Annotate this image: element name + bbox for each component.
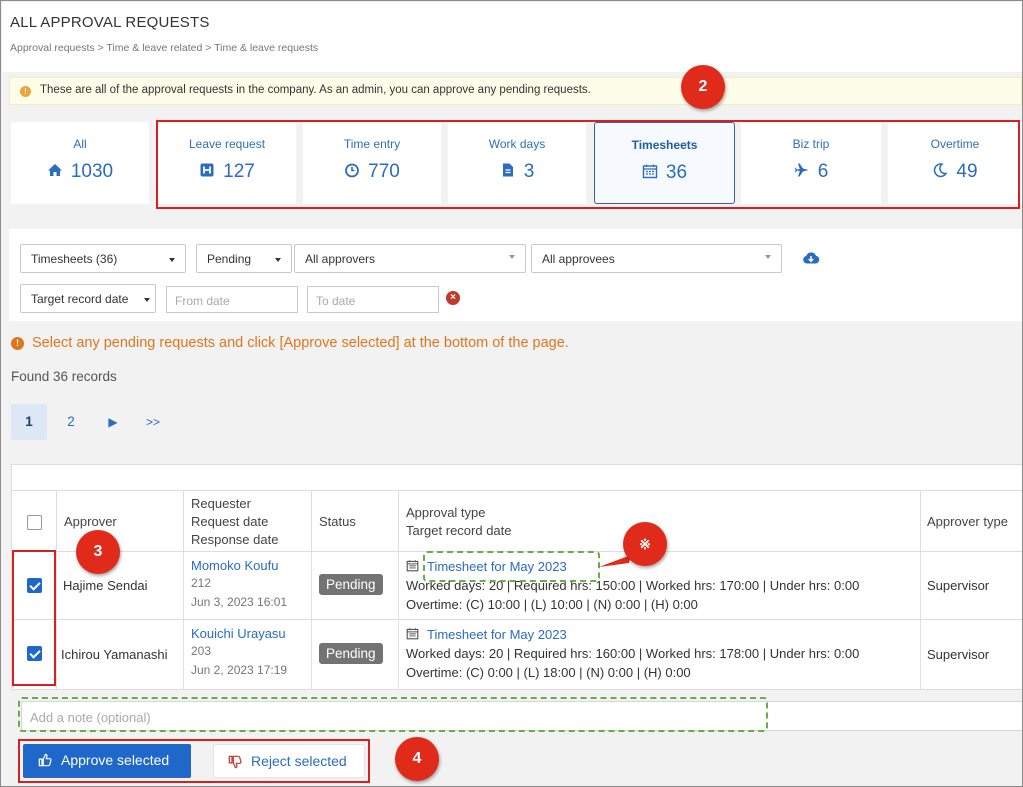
notice-text: These are all of the approval requests i… — [40, 84, 591, 96]
callout-pointer — [599, 555, 631, 567]
table-header: Approver Requester Request date Response… — [12, 490, 1022, 553]
page-1-button[interactable]: 1 — [11, 404, 47, 440]
page-header: ALL APPROVAL REQUESTS Approval requests … — [2, 2, 1022, 72]
requester-id: 203 — [191, 644, 212, 658]
requester-link[interactable]: Momoko Koufu — [191, 558, 311, 573]
requester-cell: Momoko Koufu 212 Jun 3, 2023 16:01 — [183, 552, 311, 620]
filter-panel: Timesheets (36) Pending All approvers Al… — [9, 229, 1022, 321]
annotation-link-highlight — [423, 551, 600, 582]
col-requester-line: Requester — [191, 496, 251, 511]
col-approver-type[interactable]: Approver type — [920, 491, 1022, 553]
status-cell: Pending — [311, 552, 398, 620]
col-request-date-line: Request date — [191, 514, 269, 529]
approver-type: Supervisor — [920, 620, 1022, 689]
timesheet-summary: Worked days: 20 | Required hrs: 160:00 |… — [406, 646, 860, 661]
next-page-button[interactable]: ▶ — [95, 404, 131, 440]
chevron-down-icon — [144, 298, 150, 302]
hint-message: ! Select any pending requests and click [… — [11, 335, 569, 351]
calendar-icon — [406, 628, 419, 640]
status-select-value: Pending — [207, 252, 252, 266]
callout-3: 3 — [76, 530, 120, 574]
status-badge: Pending — [319, 574, 383, 595]
chevron-down-icon — [509, 255, 515, 259]
date-type-select-value: Target record date — [31, 292, 129, 306]
callout-note: ※ — [623, 522, 667, 566]
breadcrumb[interactable]: Approval requests > Time & leave related… — [10, 42, 318, 54]
col-response-date-line: Response date — [191, 532, 279, 547]
page-2-button[interactable]: 2 — [53, 404, 89, 440]
status-badge: Pending — [319, 643, 383, 664]
chevron-down-icon — [169, 258, 175, 262]
requester-id: 212 — [191, 576, 212, 590]
cloud-download-icon[interactable] — [802, 251, 820, 265]
info-icon: ! — [11, 337, 24, 350]
type-select[interactable]: Timesheets (36) — [20, 244, 186, 273]
date-type-select[interactable]: Target record date — [20, 284, 156, 313]
tile-label: All — [73, 137, 87, 151]
annotation-box-4 — [18, 739, 370, 783]
clear-dates-icon[interactable]: × — [446, 291, 460, 305]
page-title: ALL APPROVAL REQUESTS — [10, 14, 210, 31]
approval-type-cell: Timesheet for May 2023 Worked days: 20 |… — [398, 620, 920, 689]
annotation-box-3 — [12, 550, 56, 686]
request-date: Jun 2, 2023 17:19 — [191, 663, 288, 677]
last-page-button[interactable]: >> — [135, 404, 171, 440]
status-select[interactable]: Pending — [196, 244, 292, 273]
approvers-select[interactable]: All approvers — [294, 244, 526, 273]
requester-link[interactable]: Kouichi Urayasu — [191, 626, 311, 641]
select-all-cell — [12, 491, 56, 553]
overtime-summary: Overtime: (C) 0:00 | (L) 18:00 | (N) 0:0… — [406, 665, 691, 680]
admin-notice: ! These are all of the approval requests… — [9, 77, 1022, 105]
tile-all[interactable]: All 1030 — [11, 122, 149, 204]
col-requester[interactable]: Requester Request date Response date — [183, 491, 311, 553]
tile-count: 1030 — [70, 161, 114, 182]
record-count: Found 36 records — [11, 369, 117, 384]
from-date-input[interactable]: From date — [166, 286, 298, 313]
callout-2: 2 — [681, 65, 725, 109]
request-date: Jun 3, 2023 16:01 — [191, 595, 288, 609]
home-icon — [47, 164, 62, 176]
hint-text: Select any pending requests and click [A… — [32, 335, 569, 351]
type-select-value: Timesheets (36) — [31, 252, 118, 266]
approvees-select-value: All approvees — [542, 252, 615, 266]
approvees-select[interactable]: All approvees — [531, 244, 782, 273]
table-row: Ichirou Yamanashi Kouichi Urayasu 203 Ju… — [12, 620, 1022, 689]
col-status[interactable]: Status — [311, 491, 398, 553]
col-approver[interactable]: Approver — [56, 491, 183, 553]
callout-4: 4 — [395, 737, 439, 781]
calendar-icon — [406, 560, 419, 572]
annotation-box-2 — [156, 120, 1020, 209]
overtime-summary: Overtime: (C) 10:00 | (L) 10:00 | (N) 0:… — [406, 597, 698, 612]
annotation-note-highlight — [18, 697, 768, 732]
chevron-down-icon — [765, 255, 771, 259]
approver-name: Ichirou Yamanashi — [56, 620, 183, 689]
info-icon: ! — [20, 86, 31, 97]
to-date-input[interactable]: To date — [307, 286, 439, 313]
select-all-checkbox[interactable] — [27, 515, 42, 530]
requester-cell: Kouichi Urayasu 203 Jun 2, 2023 17:19 — [183, 620, 311, 689]
timesheet-link[interactable]: Timesheet for May 2023 — [427, 627, 567, 642]
approvers-select-value: All approvers — [305, 252, 376, 266]
approver-type: Supervisor — [920, 552, 1022, 620]
status-cell: Pending — [311, 620, 398, 689]
app-frame: ALL APPROVAL REQUESTS Approval requests … — [0, 0, 1023, 787]
chevron-down-icon — [275, 258, 281, 262]
approver-name: Hajime Sendai — [56, 552, 183, 620]
col-approval-type-line: Approval type — [406, 505, 486, 520]
